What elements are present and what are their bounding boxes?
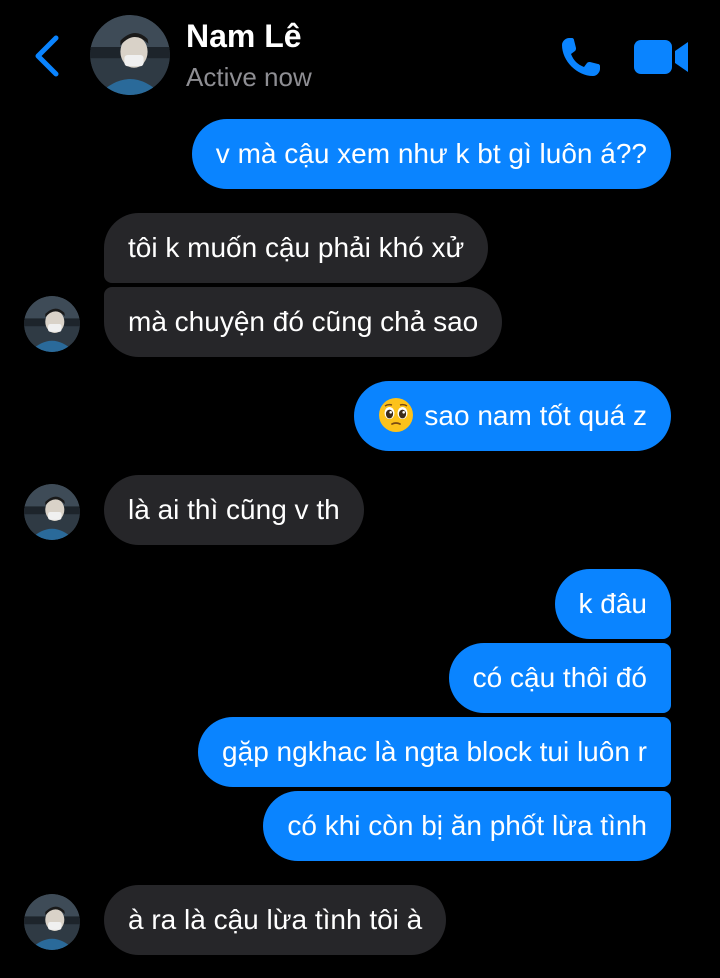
sent-message-bubble[interactable]: có khi còn bị ăn phốt lừa tình xyxy=(263,791,671,861)
sent-message-bubble[interactable]: v mà cậu xem như k bt gì luôn á?? xyxy=(191,119,671,189)
voice-call-button[interactable] xyxy=(556,34,604,82)
phone-icon xyxy=(562,38,600,76)
message-row: à ra là cậu lừa tình tôi à xyxy=(0,885,720,955)
message-row: sao nam tốt quá z xyxy=(0,381,720,451)
sent-message-bubble[interactable]: k đâu xyxy=(554,569,671,639)
chat-header: Nam Lê Active now xyxy=(0,0,720,100)
message-row: có khi còn bị ăn phốt lừa tình xyxy=(0,791,720,861)
message-row: k đâu xyxy=(0,569,720,639)
sender-avatar[interactable] xyxy=(24,484,80,540)
message-row: là ai thì cũng v th xyxy=(0,475,720,545)
message-text: sao nam tốt quá z xyxy=(424,400,647,431)
contact-name[interactable]: Nam Lê xyxy=(186,18,302,55)
received-message-bubble[interactable]: mà chuyện đó cũng chả sao xyxy=(104,287,503,357)
message-row: có cậu thôi đó xyxy=(0,643,720,713)
received-message-bubble[interactable]: là ai thì cũng v th xyxy=(104,475,364,545)
message-row: gặp ngkhac là ngta block tui luôn r xyxy=(0,717,720,787)
contact-avatar[interactable] xyxy=(90,15,170,95)
chevron-left-icon xyxy=(35,35,59,77)
sender-avatar[interactable] xyxy=(24,894,80,950)
received-message-bubble[interactable]: à ra là cậu lừa tình tôi à xyxy=(104,885,447,955)
active-status: Active now xyxy=(186,62,312,92)
message-row: mà chuyện đó cũng chả sao xyxy=(0,287,720,357)
sender-avatar[interactable] xyxy=(24,296,80,352)
pleading-face-icon xyxy=(379,397,414,432)
received-message-bubble[interactable]: tôi k muốn cậu phải khó xử xyxy=(104,213,489,283)
sent-message-bubble[interactable]: có cậu thôi đó xyxy=(448,643,671,713)
message-row: tôi k muốn cậu phải khó xử xyxy=(0,213,720,283)
sent-message-bubble[interactable]: sao nam tốt quá z xyxy=(354,381,671,451)
video-call-button[interactable] xyxy=(632,36,692,78)
back-button[interactable] xyxy=(28,30,68,80)
video-camera-icon xyxy=(634,40,688,74)
sent-message-bubble[interactable]: gặp ngkhac là ngta block tui luôn r xyxy=(198,717,671,787)
message-row: v mà cậu xem như k bt gì luôn á?? xyxy=(0,119,720,189)
